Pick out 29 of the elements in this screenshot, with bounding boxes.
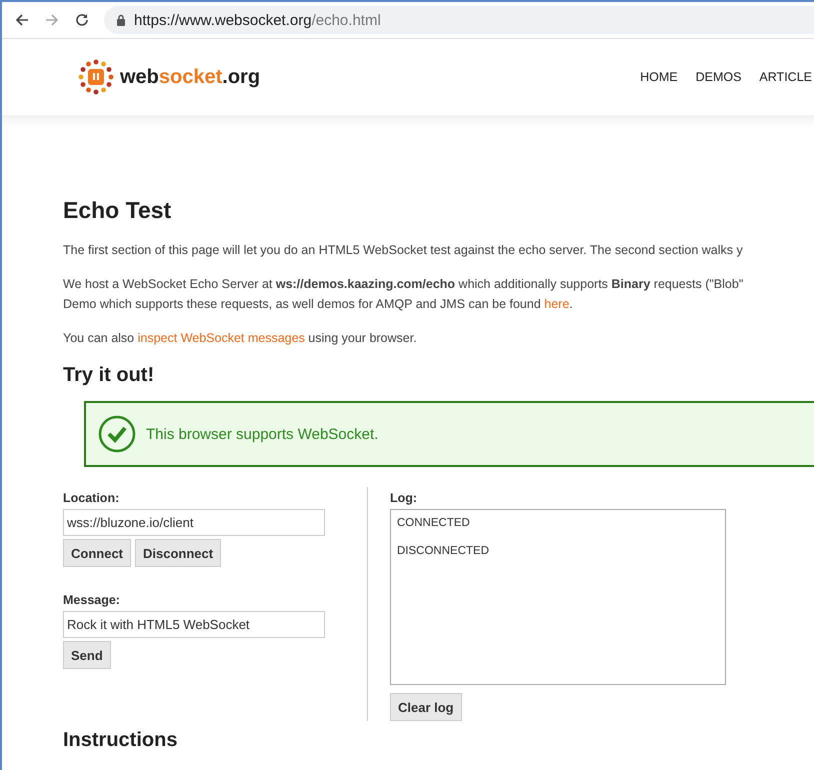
logo-icon: [76, 57, 116, 97]
nav-link[interactable]: DEMOS: [696, 70, 742, 84]
reload-icon[interactable]: [74, 12, 90, 28]
address-bar[interactable]: https://www.websocket.org/echo.html: [104, 6, 814, 34]
field-label: Log:: [390, 491, 418, 505]
field-label: Message:: [63, 593, 121, 607]
section-heading: Instructions: [63, 729, 178, 752]
page-heading: Echo Test: [63, 197, 172, 224]
field-label: Location:: [63, 491, 120, 505]
lock-icon: [116, 14, 126, 26]
connection-button[interactable]: Connect: [63, 539, 131, 567]
status-message: This browser supports WebSocket.: [146, 426, 378, 442]
check-circle-icon: [98, 415, 136, 453]
log-entry: DISCONNECTED: [397, 545, 490, 557]
log-entry: CONNECTED: [397, 517, 471, 529]
paragraph: The first section of this page will let you do an HTML5 WebSocket test against the echo server. The second section walks y: [63, 242, 744, 259]
clear-log-button[interactable]: Clear log: [390, 693, 462, 721]
connection-button[interactable]: Disconnect: [135, 539, 222, 567]
location-field[interactable]: wss://bluzone.io/client: [63, 509, 325, 536]
paragraph: You can also inspect WebSocket messages using your browser.: [63, 330, 418, 347]
back-icon[interactable]: [14, 12, 30, 28]
message-field[interactable]: Rock it with HTML5 WebSocket: [63, 611, 325, 638]
nav-link[interactable]: HOME: [640, 70, 678, 84]
nav-link[interactable]: ARTICLE: [759, 70, 812, 84]
url-text: https://www.websocket.org/echo.html: [134, 12, 381, 28]
paragraph: We host a WebSocket Echo Server at ws://demos.kaazing.com/echo which additionally supports Binary requests ("Blob" Demo which supports these requests, as well demos for AMQP and JMS can be found here.: [63, 276, 744, 313]
send-button[interactable]: Send: [63, 641, 111, 669]
logo-text[interactable]: websocket.org: [120, 66, 260, 88]
section-heading: Try it out!: [63, 364, 156, 387]
